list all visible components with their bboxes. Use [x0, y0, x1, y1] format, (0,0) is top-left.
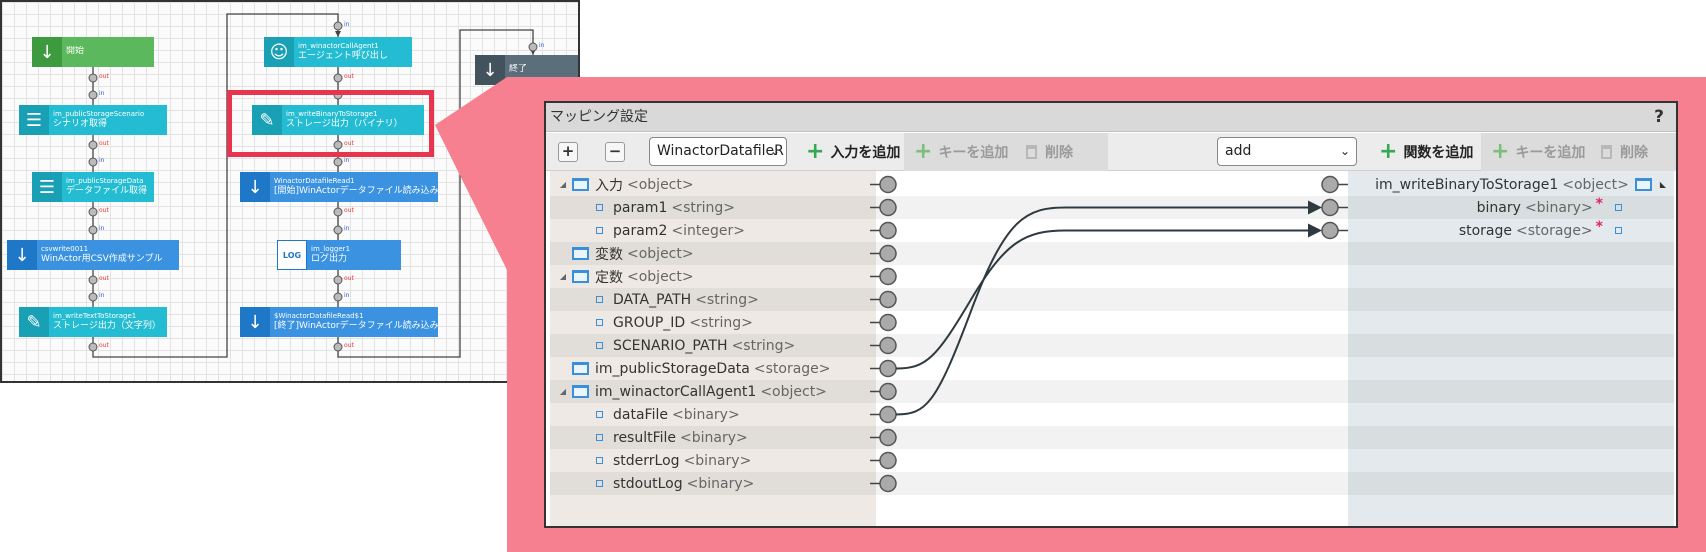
source-port[interactable]: [879, 244, 897, 263]
add-input-button[interactable]: + 入力を追加: [796, 133, 904, 171]
mapping-settings-dialog: マッピング設定 ? + − WinactorDatafileR ⌄ + 入力を追加…: [544, 101, 1678, 528]
source-port[interactable]: [879, 175, 897, 194]
delete-right-label: 削除: [1620, 145, 1648, 161]
add-key-right-button[interactable]: + キーを追加: [1481, 133, 1591, 171]
source-port[interactable]: [879, 221, 897, 240]
mapping-line[interactable]: [895, 206, 1308, 416]
source-port[interactable]: [879, 267, 897, 286]
target-port[interactable]: [1321, 198, 1339, 217]
add-function-label: 関数を追加: [1403, 145, 1474, 161]
add-function-button[interactable]: + 関数を追加: [1369, 133, 1481, 171]
delete-button[interactable]: 削除: [1016, 133, 1108, 171]
source-port[interactable]: [879, 290, 897, 309]
source-select-value: WinactorDatafileR: [657, 143, 784, 159]
collapse-all-button[interactable]: −: [605, 142, 625, 162]
source-port[interactable]: [879, 451, 897, 470]
trash-icon: [1601, 145, 1612, 159]
delete-right-button[interactable]: 削除: [1591, 133, 1676, 171]
plus-icon: +: [914, 139, 933, 164]
trash-icon: [1026, 145, 1037, 159]
plus-icon: +: [1491, 139, 1510, 164]
mapping-lines: [870, 175, 1348, 493]
expand-all-button[interactable]: +: [558, 142, 578, 162]
mapping-arrow-icon: [1308, 223, 1322, 238]
mapping-tree-area: ◢ 入力 <object> param1 <string> param2 <integer>…: [550, 171, 1674, 526]
source-port[interactable]: [879, 474, 897, 493]
source-port[interactable]: [879, 382, 897, 401]
source-select[interactable]: WinactorDatafileR ⌄: [649, 137, 787, 166]
mapping-arrow-icon: [1308, 200, 1322, 215]
source-port[interactable]: [879, 336, 897, 355]
plus-icon: +: [1379, 139, 1398, 164]
dialog-title-text: マッピング設定: [550, 109, 648, 125]
source-port[interactable]: [879, 428, 897, 447]
help-icon[interactable]: ?: [1654, 103, 1664, 132]
target-port[interactable]: [1321, 221, 1339, 240]
source-port[interactable]: [879, 313, 897, 332]
delete-label: 削除: [1045, 145, 1073, 161]
mapping-toolbar: + − WinactorDatafileR ⌄ + 入力を追加 + キーを追加 削除…: [546, 133, 1676, 171]
source-port[interactable]: [879, 359, 897, 378]
function-select-value: add: [1225, 143, 1252, 159]
target-port[interactable]: [1321, 175, 1339, 194]
plus-icon: +: [806, 139, 825, 164]
chevron-down-icon: ⌄: [769, 144, 780, 158]
dialog-title: マッピング設定: [546, 103, 1676, 132]
source-port[interactable]: [879, 405, 897, 424]
add-input-label: 入力を追加: [830, 145, 901, 161]
chevron-down-icon: ⌄: [1339, 144, 1350, 158]
mapping-line[interactable]: [895, 229, 1308, 370]
function-select[interactable]: add ⌄: [1217, 137, 1357, 166]
add-key-button[interactable]: + キーを追加: [904, 133, 1016, 171]
source-port[interactable]: [879, 198, 897, 217]
add-key-label: キーを追加: [938, 145, 1009, 161]
add-key-right-label: キーを追加: [1515, 145, 1586, 161]
